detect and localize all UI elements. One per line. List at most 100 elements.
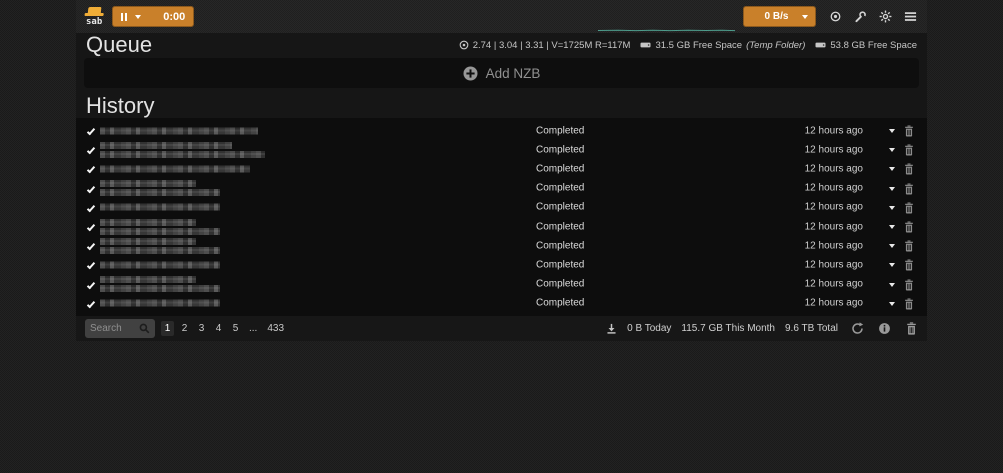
history-item-status: Completed xyxy=(536,125,584,136)
completed-check-icon xyxy=(87,223,95,232)
row-dropdown-caret[interactable] xyxy=(889,225,895,229)
plus-circle-icon xyxy=(463,66,478,81)
history-item-age: 12 hours ago xyxy=(805,183,863,194)
completed-check-icon xyxy=(87,242,95,251)
history-row[interactable]: Completed 12 hours ago xyxy=(76,275,927,294)
history-item-age: 12 hours ago xyxy=(805,144,863,155)
add-nzb-label: Add NZB xyxy=(486,66,541,81)
download-icon xyxy=(606,323,617,334)
page-button-1[interactable]: 1 xyxy=(161,321,174,336)
temp-folder-space: 31.5 GB Free Space (Temp Folder) xyxy=(640,40,805,51)
history-row[interactable]: Completed 12 hours ago xyxy=(76,217,927,236)
trash-icon xyxy=(904,183,914,195)
page-button-433[interactable]: 433 xyxy=(264,321,287,336)
wrench-icon[interactable] xyxy=(853,10,867,24)
pagination: 12345... 433 xyxy=(161,321,287,336)
history-item-status: Completed xyxy=(536,279,584,290)
row-dropdown-caret[interactable] xyxy=(889,283,895,287)
row-dropdown-caret[interactable] xyxy=(889,244,895,248)
history-item-status: Completed xyxy=(536,298,584,309)
hdd-icon xyxy=(815,40,826,50)
sysload-value: 2.74 | 3.04 | 3.31 | V=1725M R=117M xyxy=(473,40,631,51)
queue-stats: 2.74 | 3.04 | 3.31 | V=1725M R=117M 31.5… xyxy=(459,40,917,51)
history-list: Completed 12 hours ago Completed 12 hour… xyxy=(76,118,927,316)
row-dropdown-caret[interactable] xyxy=(889,167,895,171)
pause-dropdown-caret[interactable] xyxy=(135,15,141,19)
search-icon[interactable] xyxy=(139,323,150,334)
history-item-status: Completed xyxy=(536,183,584,194)
trash-icon xyxy=(904,144,914,156)
page-button-2[interactable]: 2 xyxy=(178,321,191,336)
history-row[interactable]: Completed 12 hours ago xyxy=(76,255,927,274)
history-row[interactable]: Completed 12 hours ago xyxy=(76,294,927,313)
main-container: sab 0:00 0 B/s xyxy=(76,0,927,341)
status-target-icon[interactable] xyxy=(828,10,842,24)
pause-resume-button[interactable]: 0:00 xyxy=(112,6,194,27)
history-footer: 12345...433 0 B Today 115.7 GB This Mont… xyxy=(76,316,927,341)
history-item-name-redacted xyxy=(100,204,220,211)
pause-timer: 0:00 xyxy=(163,11,185,23)
trash-icon xyxy=(904,298,914,310)
queue-header: Queue 2.74 | 3.04 | 3.31 | V=1725M R=117… xyxy=(76,33,927,57)
refresh-icon[interactable] xyxy=(850,321,864,335)
history-item-name-redacted xyxy=(100,261,220,268)
top-navbar: sab 0:00 0 B/s xyxy=(76,0,927,33)
history-row[interactable]: Completed 12 hours ago xyxy=(76,121,927,140)
search-input[interactable] xyxy=(90,323,136,334)
completed-check-icon xyxy=(87,261,95,270)
row-dropdown-caret[interactable] xyxy=(889,206,895,210)
history-item-status: Completed xyxy=(536,144,584,155)
page-button-4[interactable]: 4 xyxy=(212,321,225,336)
page-button-5[interactable]: 5 xyxy=(229,321,242,336)
gear-icon[interactable] xyxy=(878,10,892,24)
history-row[interactable]: Completed 12 hours ago xyxy=(76,236,927,255)
completed-check-icon xyxy=(87,184,95,193)
trash-icon xyxy=(904,125,914,137)
history-item-status: Completed xyxy=(536,240,584,251)
speed-dropdown-caret xyxy=(802,15,808,19)
hdd-icon xyxy=(640,40,651,50)
stat-total: 9.6 TB Total xyxy=(785,323,838,334)
history-item-name-redacted xyxy=(100,165,250,172)
history-item-age: 12 hours ago xyxy=(805,163,863,174)
history-row[interactable]: Completed 12 hours ago xyxy=(76,198,927,217)
completed-check-icon xyxy=(87,299,95,308)
add-nzb-dropzone[interactable]: Add NZB xyxy=(84,58,919,88)
history-title: History xyxy=(86,93,154,119)
stat-month: 115.7 GB This Month xyxy=(681,323,775,334)
pause-icon xyxy=(121,13,127,21)
row-dropdown-caret[interactable] xyxy=(889,129,895,133)
trash-icon xyxy=(904,240,914,252)
row-dropdown-caret[interactable] xyxy=(889,148,895,152)
page-button-...[interactable]: ... xyxy=(246,321,260,336)
trash-icon xyxy=(904,202,914,214)
history-item-age: 12 hours ago xyxy=(805,279,863,290)
row-dropdown-caret[interactable] xyxy=(889,187,895,191)
history-row[interactable]: Completed 12 hours ago xyxy=(76,179,927,198)
page-button-3[interactable]: 3 xyxy=(195,321,208,336)
history-item-status: Completed xyxy=(536,259,584,270)
history-row[interactable]: Completed 12 hours ago xyxy=(76,159,927,178)
history-item-name-redacted xyxy=(100,180,220,196)
history-item-age: 12 hours ago xyxy=(805,125,863,136)
speed-limit-button[interactable]: 0 B/s xyxy=(743,6,816,27)
menu-icon[interactable] xyxy=(903,10,917,24)
purge-history-trash-icon[interactable] xyxy=(904,321,918,335)
history-row[interactable]: Completed 12 hours ago xyxy=(76,140,927,159)
trash-icon xyxy=(904,221,914,233)
completed-check-icon xyxy=(87,127,95,136)
temp-folder-note: (Temp Folder) xyxy=(746,40,805,51)
info-icon[interactable] xyxy=(877,321,891,335)
row-dropdown-caret[interactable] xyxy=(889,263,895,267)
completed-check-icon xyxy=(87,146,95,155)
history-item-name-redacted xyxy=(100,300,220,307)
sabnzbd-logo[interactable]: sab xyxy=(86,7,102,27)
row-dropdown-caret[interactable] xyxy=(889,302,895,306)
history-search xyxy=(85,319,155,338)
row-delete-button[interactable] xyxy=(904,297,914,315)
completed-check-icon xyxy=(87,165,95,174)
speed-value: 0 B/s xyxy=(751,11,802,22)
trash-icon xyxy=(904,259,914,271)
history-item-age: 12 hours ago xyxy=(805,298,863,309)
sysload-stat: 2.74 | 3.04 | 3.31 | V=1725M R=117M xyxy=(459,40,631,51)
